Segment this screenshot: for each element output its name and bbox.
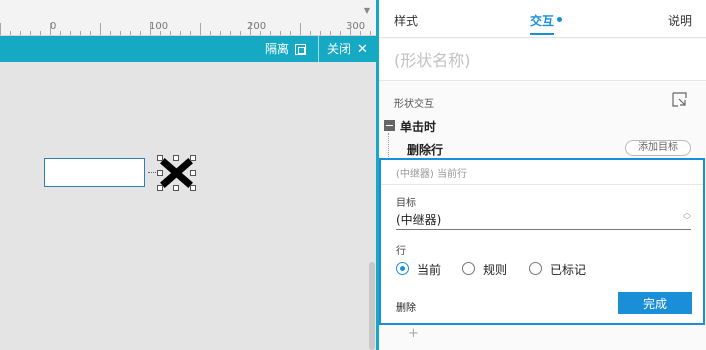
ruler-tick	[10, 31, 11, 35]
resize-handle[interactable]	[190, 170, 196, 176]
tab-style[interactable]: 样式	[394, 12, 418, 29]
radio-unchecked-icon	[529, 262, 542, 275]
done-button[interactable]: 完成	[618, 292, 692, 314]
radio-unchecked-icon	[462, 262, 475, 275]
ruler-tick	[240, 31, 241, 35]
radio-checked-icon	[396, 262, 409, 275]
resize-handle[interactable]	[157, 170, 163, 176]
radio-label: 已标记	[550, 263, 587, 277]
editor-divider	[381, 184, 703, 185]
resize-handle[interactable]	[190, 155, 196, 161]
ruler-tick	[360, 31, 361, 35]
close-repeater-button[interactable]: 关闭 ✕	[327, 36, 368, 62]
delete-x-icon	[160, 158, 193, 188]
ruler-tick	[210, 31, 211, 35]
ruler-tick	[200, 23, 201, 35]
ruler-tick	[270, 31, 271, 35]
ruler-tick	[140, 31, 141, 35]
vertical-scrollbar[interactable]	[369, 262, 375, 350]
target-summary: (中继器) 当前行	[396, 169, 467, 180]
ruler-tick	[90, 31, 91, 35]
ruler-tick	[100, 23, 101, 35]
canvas-area[interactable]: 0 100 200 300 ▼ 隔离 关闭 ✕	[0, 0, 378, 350]
ruler-tick	[330, 31, 331, 35]
bar-divider	[318, 36, 319, 62]
ruler-tick	[0, 23, 1, 35]
ruler-tick	[180, 31, 181, 35]
ruler-tick	[190, 31, 191, 35]
ruler-tick	[20, 31, 21, 35]
action-editor: (中继器) 当前行 目标 (中继器) ︿ ﹀ 行 当前 规则 已标记 删除 完成	[379, 158, 705, 325]
inspector-panel: 样式 交互 说明 形状交互 单击时 删除行 添加目标 (中继器) 当前行 目标 …	[379, 0, 706, 350]
ruler-tick	[280, 31, 281, 35]
radio-label: 规则	[483, 263, 508, 277]
isolate-button[interactable]: 隔离	[265, 36, 307, 62]
horizontal-ruler: 0 100 200 300 ▼	[0, 0, 378, 36]
ruler-label: 100	[149, 21, 169, 32]
ruler-caret-icon[interactable]: ▼	[364, 6, 370, 15]
ruler-tick	[220, 31, 221, 35]
ruler-tick	[310, 31, 311, 35]
repeater-text-field[interactable]	[44, 158, 145, 187]
target-select-value: (中继器)	[396, 213, 442, 227]
resize-handle[interactable]	[157, 185, 163, 191]
ruler-tick	[290, 31, 291, 35]
ruler-tick	[170, 31, 171, 35]
ruler-tick	[50, 23, 51, 35]
radio-label: 当前	[417, 263, 442, 277]
resize-handle[interactable]	[173, 155, 179, 161]
add-target-button[interactable]: 添加目标	[625, 140, 691, 156]
ruler-tick	[340, 31, 341, 35]
delete-action-link[interactable]: 删除	[396, 299, 416, 314]
ruler-tick	[60, 31, 61, 35]
inspector-tabs: 样式 交互 说明	[379, 0, 706, 38]
ruler-tick	[30, 31, 31, 35]
delete-x-shape[interactable]	[157, 155, 196, 191]
target-label: 目标	[396, 198, 416, 209]
ruler-tick	[120, 31, 121, 35]
selection-guide	[148, 172, 156, 173]
expand-editor-icon[interactable]	[672, 92, 687, 107]
isolate-label: 隔离	[265, 42, 290, 56]
shape-name-row	[379, 39, 706, 81]
ruler-tick	[350, 23, 351, 35]
ruler-label: 300	[346, 21, 366, 32]
event-label[interactable]: 单击时	[400, 118, 436, 135]
ruler-tick	[300, 23, 301, 35]
ruler-tick	[320, 31, 321, 35]
add-action-icon[interactable]: +	[408, 326, 419, 341]
action-label[interactable]: 删除行	[407, 141, 443, 158]
interaction-indicator-icon	[557, 17, 562, 22]
tab-notes[interactable]: 说明	[668, 12, 692, 29]
repeater-edit-bar: 隔离 关闭 ✕	[0, 36, 378, 62]
close-icon: ✕	[357, 42, 368, 57]
resize-handle[interactable]	[190, 185, 196, 191]
collapse-event-icon[interactable]	[384, 120, 395, 131]
ruler-tick	[110, 31, 111, 35]
ruler-tick	[130, 31, 131, 35]
ruler-tick	[160, 31, 161, 35]
tree-connector	[388, 133, 389, 159]
target-select[interactable]: (中继器) ︿ ﹀	[396, 208, 691, 230]
tab-interaction[interactable]: 交互	[530, 12, 555, 35]
resize-handle[interactable]	[173, 185, 179, 191]
ruler-tick	[370, 31, 371, 35]
ruler-tick	[80, 31, 81, 35]
ruler-tick	[150, 23, 151, 35]
ruler-tick	[260, 31, 261, 35]
select-arrows-icon: ︿ ﹀	[683, 208, 691, 225]
close-label: 关闭	[327, 42, 352, 56]
ruler-tick	[250, 23, 251, 35]
ruler-tick	[70, 31, 71, 35]
section-title: 形状交互	[394, 99, 434, 110]
ruler-tick	[40, 31, 41, 35]
ruler-tick	[230, 31, 231, 35]
row-label: 行	[396, 246, 406, 257]
isolate-icon	[295, 44, 307, 55]
shape-name-input[interactable]	[394, 48, 684, 72]
resize-handle[interactable]	[157, 155, 163, 161]
